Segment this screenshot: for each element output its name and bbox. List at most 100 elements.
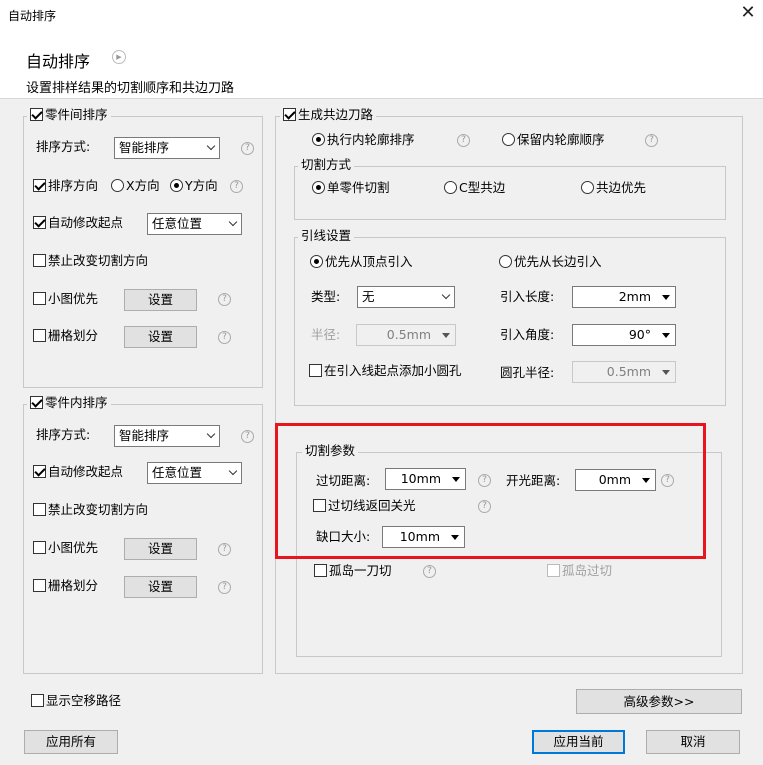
- c-type-label: C型共边: [459, 180, 506, 195]
- between-direction-checkbox[interactable]: [33, 179, 46, 192]
- lead-angle-field[interactable]: 90°: [572, 324, 676, 346]
- common-first-radio[interactable]: 共边优先: [581, 179, 646, 197]
- between-parts-checkbox[interactable]: [30, 108, 43, 121]
- within-grid-checkbox[interactable]: [33, 579, 46, 592]
- between-parts-label: 零件间排序: [45, 107, 108, 122]
- within-forbid-toggle[interactable]: 禁止改变切割方向: [33, 501, 148, 519]
- dropdown-arrow-icon[interactable]: [442, 333, 450, 338]
- dropdown-arrow-icon[interactable]: [662, 333, 670, 338]
- between-auto-start-checkbox[interactable]: [33, 216, 46, 229]
- between-grid-checkbox[interactable]: [33, 329, 46, 342]
- within-grid-toggle[interactable]: 栅格划分: [33, 577, 98, 595]
- common-edge-checkbox[interactable]: [283, 108, 296, 121]
- highlight-box: [275, 423, 706, 559]
- advanced-params-button[interactable]: 高级参数>>: [576, 689, 742, 714]
- within-grid-settings-button[interactable]: 设置: [124, 576, 197, 598]
- help-icon[interactable]: ?: [218, 581, 231, 594]
- long-edge-radio-dot[interactable]: [499, 255, 512, 268]
- lead-radius-field[interactable]: 0.5mm: [356, 324, 456, 346]
- c-type-radio[interactable]: C型共边: [444, 179, 505, 197]
- help-icon[interactable]: ?: [645, 134, 658, 147]
- dir-y-label: Y方向: [185, 178, 218, 193]
- within-forbid-checkbox[interactable]: [33, 503, 46, 516]
- dir-y-radio-dot[interactable]: [170, 179, 183, 192]
- vertex-first-radio-dot[interactable]: [310, 255, 323, 268]
- help-icon[interactable]: ?: [218, 543, 231, 556]
- within-small-first-checkbox[interactable]: [33, 541, 46, 554]
- within-auto-start-checkbox[interactable]: [33, 465, 46, 478]
- between-dir-y-radio[interactable]: Y方向: [170, 177, 218, 195]
- keep-order-radio[interactable]: 保留内轮廓顺序: [502, 131, 605, 149]
- lead-length-label: 引入长度:: [500, 289, 555, 304]
- between-dir-x-radio[interactable]: X方向: [111, 177, 160, 195]
- between-forbid-checkbox[interactable]: [33, 254, 46, 267]
- between-small-first-checkbox[interactable]: [33, 292, 46, 305]
- help-icon[interactable]: ?: [423, 565, 436, 578]
- help-icon[interactable]: ?: [241, 430, 254, 443]
- add-hole-checkbox[interactable]: [309, 364, 322, 377]
- within-auto-start-toggle[interactable]: 自动修改起点: [33, 463, 123, 481]
- dropdown-arrow-icon[interactable]: [662, 295, 670, 300]
- c-type-radio-dot[interactable]: [444, 181, 457, 194]
- between-auto-start-toggle[interactable]: 自动修改起点: [33, 214, 123, 232]
- between-parts-toggle[interactable]: 零件间排序: [27, 107, 111, 123]
- keep-order-radio-dot[interactable]: [502, 133, 515, 146]
- single-part-radio[interactable]: 单零件切割: [312, 179, 390, 197]
- between-direction-toggle[interactable]: 排序方向: [33, 177, 98, 195]
- lead-type-select[interactable]: 无: [357, 286, 455, 308]
- inner-order-radio-dot[interactable]: [312, 133, 325, 146]
- help-icon[interactable]: ?: [241, 142, 254, 155]
- vertex-first-radio[interactable]: 优先从顶点引入: [310, 253, 413, 271]
- within-small-first-settings-button[interactable]: 设置: [124, 538, 197, 560]
- auto-sort-dialog: 自动排序 ✕ 自动排序 ▶ 设置排样结果的切割顺序和共边刀路 零件间排序 排序方…: [0, 0, 763, 765]
- chevron-down-icon: [441, 290, 451, 300]
- island-overcut-checkbox[interactable]: [547, 564, 560, 577]
- apply-all-button[interactable]: 应用所有: [24, 730, 118, 754]
- within-forbid-label: 禁止改变切割方向: [48, 502, 149, 517]
- play-icon[interactable]: ▶: [112, 50, 126, 64]
- island-one-cut-checkbox[interactable]: [314, 564, 327, 577]
- within-auto-start-select[interactable]: 任意位置: [147, 462, 242, 484]
- between-forbid-toggle[interactable]: 禁止改变切割方向: [33, 252, 148, 270]
- island-overcut-toggle[interactable]: 孤岛过切: [547, 562, 612, 580]
- within-auto-start-label: 自动修改起点: [48, 464, 124, 479]
- close-icon[interactable]: ✕: [738, 2, 758, 24]
- hole-radius-field[interactable]: 0.5mm: [572, 361, 676, 383]
- common-first-radio-dot[interactable]: [581, 181, 594, 194]
- between-small-first-toggle[interactable]: 小图优先: [33, 290, 98, 308]
- help-icon[interactable]: ?: [218, 331, 231, 344]
- between-grid-toggle[interactable]: 栅格划分: [33, 327, 98, 345]
- add-hole-toggle[interactable]: 在引入线起点添加小圆孔: [309, 362, 462, 380]
- within-parts-toggle[interactable]: 零件内排序: [27, 395, 111, 411]
- cancel-button[interactable]: 取消: [646, 730, 740, 754]
- inner-order-radio[interactable]: 执行内轮廓排序: [312, 131, 415, 149]
- between-auto-start-select[interactable]: 任意位置: [147, 213, 242, 235]
- window-title: 自动排序: [8, 9, 57, 23]
- apply-current-button[interactable]: 应用当前: [532, 730, 625, 754]
- hole-radius-label: 圆孔半径:: [500, 365, 555, 380]
- between-method-select[interactable]: 智能排序: [114, 137, 220, 159]
- within-grid-label: 栅格划分: [48, 578, 99, 593]
- show-path-checkbox[interactable]: [31, 694, 44, 707]
- help-icon[interactable]: ?: [230, 180, 243, 193]
- within-parts-checkbox[interactable]: [30, 396, 43, 409]
- dir-x-radio-dot[interactable]: [111, 179, 124, 192]
- dropdown-arrow-icon[interactable]: [662, 370, 670, 375]
- between-grid-settings-button[interactable]: 设置: [124, 326, 197, 348]
- between-method-value: 智能排序: [119, 140, 170, 155]
- help-icon[interactable]: ?: [457, 134, 470, 147]
- common-edge-toggle[interactable]: 生成共边刀路: [280, 107, 377, 123]
- within-small-first-toggle[interactable]: 小图优先: [33, 539, 98, 557]
- long-edge-radio[interactable]: 优先从长边引入: [499, 253, 602, 271]
- show-path-toggle[interactable]: 显示空移路径: [31, 692, 121, 710]
- between-small-first-settings-button[interactable]: 设置: [124, 289, 197, 311]
- within-method-select[interactable]: 智能排序: [114, 425, 220, 447]
- help-icon[interactable]: ?: [218, 293, 231, 306]
- lead-length-field[interactable]: 2mm: [572, 286, 676, 308]
- single-part-radio-dot[interactable]: [312, 181, 325, 194]
- common-edge-label: 生成共边刀路: [298, 107, 374, 122]
- within-parts-label: 零件内排序: [45, 395, 108, 410]
- island-one-cut-toggle[interactable]: 孤岛一刀切: [314, 562, 392, 580]
- title-bar: 自动排序 ✕: [0, 0, 763, 29]
- chevron-down-icon: [206, 429, 216, 439]
